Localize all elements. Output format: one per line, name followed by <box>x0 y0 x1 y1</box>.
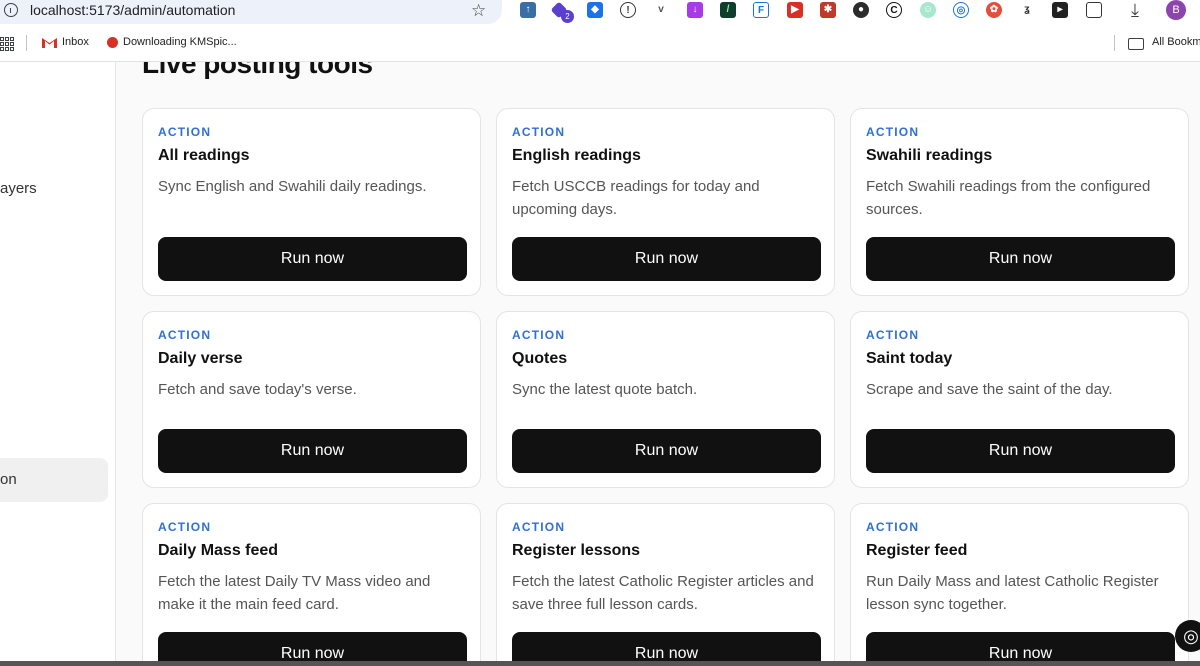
bookmark-separator <box>26 35 27 51</box>
address-bar[interactable]: localhost:5173/admin/automation ☆ <box>0 0 502 24</box>
card-tag: ACTION <box>512 520 566 534</box>
extension-icon[interactable]: ▶ <box>787 2 803 18</box>
run-now-button[interactable]: Run now <box>512 429 821 473</box>
section-title: Live posting tools <box>142 62 373 79</box>
card-title: Quotes <box>512 350 568 367</box>
card-description: Sync the latest quote batch. <box>512 381 698 398</box>
extension-icon[interactable]: ✱ <box>820 2 836 18</box>
card-tag: ACTION <box>866 328 920 342</box>
bookmarks-bar: Inbox Downloading KMSpic... All Bookma <box>0 30 1200 56</box>
card-description: Fetch Swahili readings from the configur… <box>866 178 1151 218</box>
card-tag: ACTION <box>158 328 212 342</box>
card-tag: ACTION <box>158 520 212 534</box>
apps-grid-icon[interactable] <box>0 37 14 51</box>
card-description: Fetch the latest Daily TV Mass video and… <box>158 573 431 613</box>
extension-icon[interactable]: ↑ <box>520 2 536 18</box>
extension-badge: 2 <box>561 10 574 23</box>
extension-icon[interactable]: ▸ <box>1052 2 1068 18</box>
extension-icon[interactable]: / <box>720 2 736 18</box>
extension-icon[interactable]: ◆ <box>587 2 603 18</box>
card-description: Fetch and save today's verse. <box>158 381 357 398</box>
site-info-icon[interactable] <box>4 3 18 17</box>
action-card: ACTION Register feed Run Daily Mass and … <box>850 503 1189 666</box>
action-card: ACTION Register lessons Fetch the latest… <box>496 503 835 666</box>
browser-chrome: localhost:5173/admin/automation ☆ ↑ 2 ◆ … <box>0 0 1200 62</box>
card-description: Fetch the latest Catholic Register artic… <box>512 573 814 613</box>
extension-icon[interactable]: ✿ <box>986 2 1002 18</box>
card-description: Fetch USCCB readings for today and upcom… <box>512 178 760 218</box>
action-card: ACTION Saint today Scrape and save the s… <box>850 311 1189 488</box>
sidebar-item-automation[interactable]: on <box>0 458 108 502</box>
card-title: Swahili readings <box>866 147 993 164</box>
run-now-button[interactable]: Run now <box>866 237 1175 281</box>
card-title: Daily verse <box>158 350 243 367</box>
card-description: Run Daily Mass and latest Catholic Regis… <box>866 573 1159 613</box>
action-card: ACTION Daily verse Fetch and save today'… <box>142 311 481 488</box>
extension-icon[interactable]: ↓ <box>687 2 703 18</box>
card-title: English readings <box>512 147 641 164</box>
run-now-button[interactable]: Run now <box>158 237 467 281</box>
card-title: Register lessons <box>512 542 641 559</box>
bookmark-separator <box>1114 35 1115 51</box>
card-title: Saint today <box>866 350 953 367</box>
run-now-button[interactable]: Run now <box>512 237 821 281</box>
sidebar-item-label: on <box>0 471 17 488</box>
bookmark-star-icon[interactable]: ☆ <box>471 1 486 21</box>
card-title: All readings <box>158 147 250 164</box>
floating-assistant-icon[interactable]: ◎ <box>1175 620 1200 652</box>
card-tag: ACTION <box>512 328 566 342</box>
card-tag: ACTION <box>866 520 920 534</box>
card-tag: ACTION <box>512 125 566 139</box>
main-content: Live posting tools ACTION All readings S… <box>116 62 1200 666</box>
gmail-icon <box>42 38 57 48</box>
sidebar-item-prayers[interactable]: ayers <box>0 180 37 197</box>
extension-icon[interactable]: v <box>653 2 669 18</box>
action-card: ACTION Daily Mass feed Fetch the latest … <box>142 503 481 666</box>
action-card: ACTION English readings Fetch USCCB read… <box>496 108 835 296</box>
extension-icon[interactable]: ◎ <box>953 2 969 18</box>
url-text[interactable]: localhost:5173/admin/automation <box>30 2 235 18</box>
card-tag: ACTION <box>866 125 920 139</box>
download-icon[interactable]: ⤓ <box>1131 0 1139 21</box>
card-tag: ACTION <box>158 125 212 139</box>
action-card: ACTION Swahili readings Fetch Swahili re… <box>850 108 1189 296</box>
extensions-puzzle-icon[interactable] <box>1086 2 1102 18</box>
taskbar-edge <box>0 661 1200 666</box>
bookmark-kmspico[interactable]: Downloading KMSpic... <box>123 36 237 48</box>
card-title: Daily Mass feed <box>158 542 279 559</box>
card-description: Sync English and Swahili daily readings. <box>158 178 427 195</box>
run-now-button[interactable]: Run now <box>158 429 467 473</box>
bookmark-inbox[interactable]: Inbox <box>62 36 89 48</box>
sidebar: ayers on <box>0 62 116 666</box>
profile-avatar[interactable]: B <box>1166 0 1186 20</box>
run-now-button[interactable]: Run now <box>866 429 1175 473</box>
extension-icon[interactable]: ● <box>853 2 869 18</box>
card-title: Register feed <box>866 542 968 559</box>
kmspico-icon <box>107 37 118 48</box>
action-card: ACTION All readings Sync English and Swa… <box>142 108 481 296</box>
action-card: ACTION Quotes Sync the latest quote batc… <box>496 311 835 488</box>
card-description: Scrape and save the saint of the day. <box>866 381 1113 398</box>
folder-icon <box>1128 38 1144 50</box>
extension-icon[interactable]: F <box>753 2 769 18</box>
extension-icon[interactable]: ʓ <box>1019 2 1035 18</box>
extension-icon[interactable]: C <box>886 2 902 18</box>
extension-icon[interactable]: ☺ <box>920 2 936 18</box>
all-bookmarks[interactable]: All Bookma <box>1152 36 1200 48</box>
extension-icon[interactable]: ! <box>620 2 636 18</box>
